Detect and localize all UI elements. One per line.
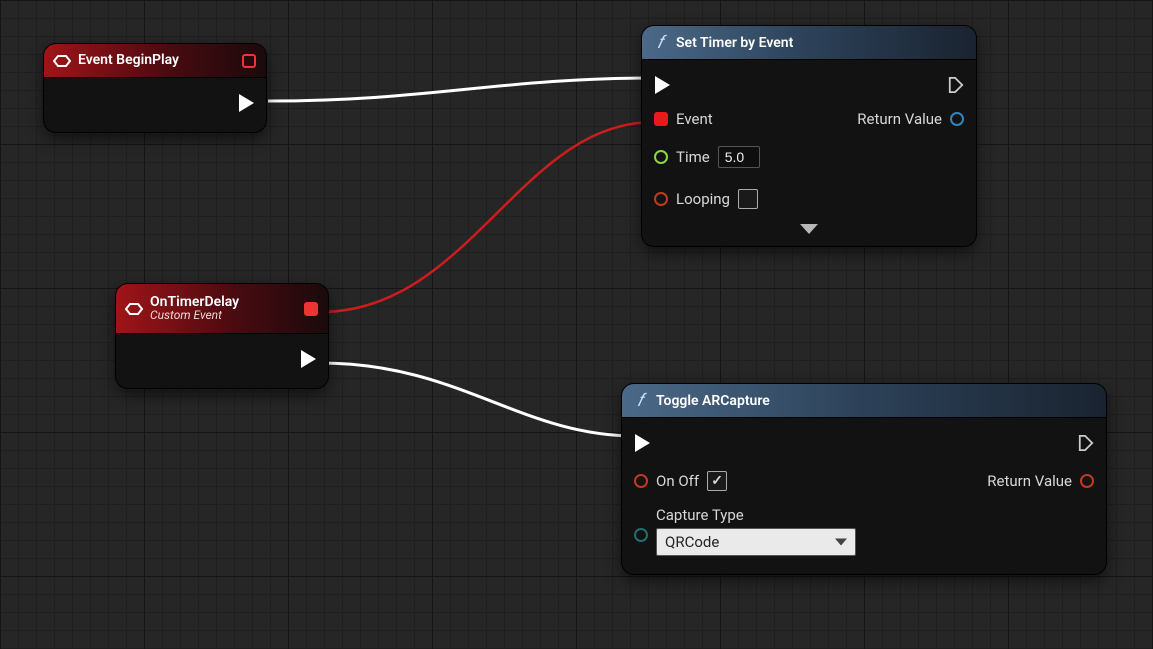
return-value-pin[interactable] (1080, 474, 1094, 488)
pin-label-looping: Looping (676, 190, 730, 208)
event-in-pin[interactable] (654, 112, 668, 126)
exec-out-pin[interactable] (238, 95, 254, 111)
onoff-in-pin[interactable] (634, 474, 648, 488)
delegate-out-pin[interactable] (304, 302, 318, 316)
node-header[interactable]: 𝑓 Set Timer by Event (642, 26, 976, 60)
pin-label-time: Time (676, 148, 710, 166)
node-title: Set Timer by Event (676, 35, 793, 51)
node-ontimerdelay[interactable]: OnTimerDelay Custom Event (116, 284, 328, 388)
return-value-pin[interactable] (950, 112, 964, 126)
event-icon (52, 52, 72, 70)
node-header[interactable]: OnTimerDelay Custom Event (116, 284, 328, 334)
function-icon: 𝑓 (630, 390, 650, 411)
advance-arrow-icon[interactable] (800, 224, 818, 234)
time-in-pin[interactable] (654, 150, 668, 164)
capturetype-in-pin[interactable] (634, 528, 648, 542)
time-input[interactable] (718, 146, 760, 168)
event-icon (124, 300, 144, 318)
node-subtitle: Custom Event (150, 309, 239, 322)
node-header[interactable]: 𝑓 Toggle ARCapture (622, 384, 1106, 418)
exec-out-pin[interactable] (948, 77, 964, 93)
pin-label-return: Return Value (987, 472, 1072, 490)
node-title: Toggle ARCapture (656, 393, 770, 409)
pin-label-return: Return Value (857, 110, 942, 128)
looping-checkbox[interactable] (738, 189, 758, 209)
node-title: Event BeginPlay (78, 53, 179, 68)
node-event-beginplay[interactable]: Event BeginPlay (44, 44, 266, 132)
exec-in-pin[interactable] (634, 435, 650, 451)
node-toggle-arcapture[interactable]: 𝑓 Toggle ARCapture On Off Return Value (622, 384, 1106, 574)
exec-out-pin[interactable] (1078, 435, 1094, 451)
pin-label-event: Event (676, 110, 713, 128)
pin-label-capturetype: Capture Type (656, 506, 856, 524)
delegate-pin-icon[interactable] (242, 54, 256, 68)
exec-in-pin[interactable] (654, 77, 670, 93)
capturetype-dropdown[interactable]: QRCode (656, 528, 856, 556)
node-header[interactable]: Event BeginPlay (44, 44, 266, 78)
pin-label-onoff: On Off (656, 472, 699, 490)
node-set-timer-by-event[interactable]: 𝑓 Set Timer by Event Event Return Value … (642, 26, 976, 246)
looping-in-pin[interactable] (654, 192, 668, 206)
onoff-checkbox[interactable] (707, 471, 727, 491)
function-icon: 𝑓 (650, 32, 670, 53)
exec-out-pin[interactable] (300, 351, 316, 367)
